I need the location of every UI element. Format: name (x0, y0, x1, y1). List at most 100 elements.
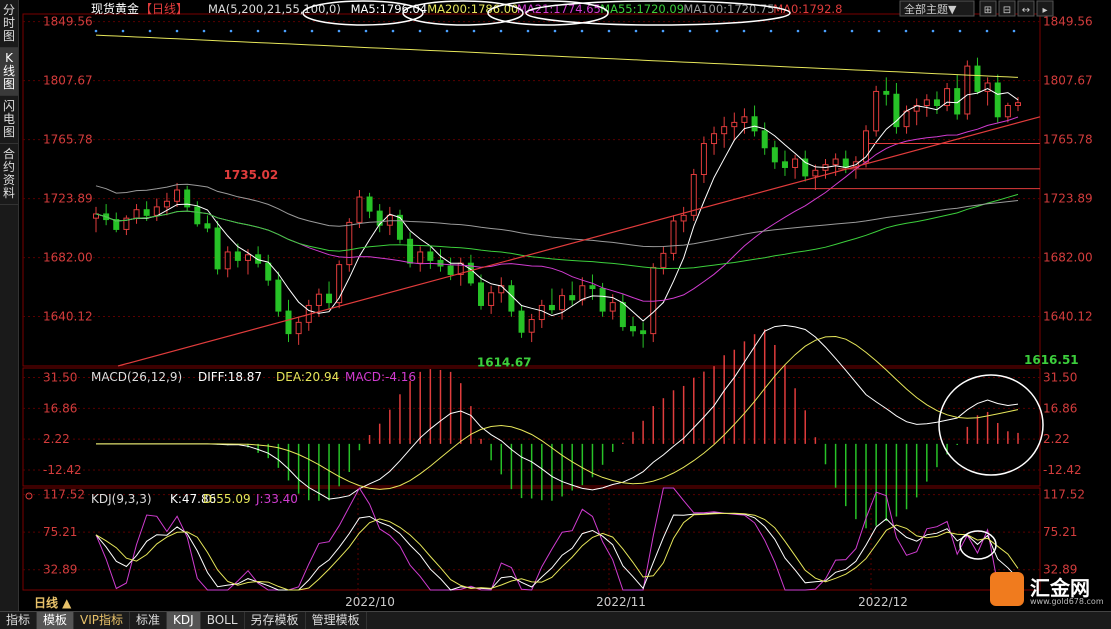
signal-dot (418, 29, 422, 33)
candle-body (599, 288, 606, 312)
signal-dot (283, 29, 287, 33)
bottom-tab-2[interactable]: VIP指标 (74, 612, 131, 629)
candle-body (923, 99, 930, 107)
candle-body (488, 292, 495, 306)
macd-diff-line (96, 324, 1019, 500)
candle-body (366, 196, 373, 212)
toolbar-icon: ▸ (1042, 5, 1047, 16)
left-tab-3[interactable]: 合约资料 (0, 144, 18, 205)
candle-body (214, 227, 221, 270)
price-tick-right: 1849.56 (1043, 15, 1093, 29)
logo-icon (990, 572, 1024, 606)
candle-body (244, 254, 251, 261)
signal-dot (553, 29, 557, 33)
macd-tick-right: -12.42 (1043, 463, 1082, 477)
chart-canvas[interactable]: 1849.56 1849.56 1807.67 1807.67 1765.78 1765.… (18, 0, 1111, 611)
candle-body (690, 174, 697, 216)
candle-body (174, 189, 181, 202)
candle-body (285, 310, 292, 335)
candle-body (528, 319, 535, 333)
theme-button-label: 全部主题▼ (904, 2, 957, 16)
macd-tick-left: -12.42 (43, 463, 82, 477)
ma21-line (95, 116, 1019, 302)
macd-tick-left: 16.86 (43, 401, 77, 415)
kdj-tick-left: 32.89 (43, 563, 77, 577)
candle-body (589, 285, 596, 290)
bottom-tab-6[interactable]: 另存模板 (245, 612, 306, 629)
candle-body (842, 158, 849, 168)
candle-body (407, 238, 414, 264)
signal-dot (445, 29, 449, 33)
signal-dot (634, 29, 638, 33)
candle-body (478, 282, 485, 306)
left-tab-1[interactable]: K线图 (0, 48, 18, 96)
price-tick-left: 1640.12 (43, 310, 93, 324)
candle-body (133, 209, 140, 219)
left-tab-0[interactable]: 分时图 (0, 0, 18, 48)
candle-body (315, 293, 322, 306)
candle-body (619, 302, 626, 328)
candle-body (559, 295, 566, 311)
bottom-tab-7[interactable]: 管理模板 (306, 612, 367, 629)
ma-legend-5: MA100:1720.75 (683, 2, 774, 16)
ma100-line (95, 183, 1019, 248)
candle-body (548, 304, 555, 311)
candle-body (640, 330, 647, 335)
grid (22, 13, 1041, 606)
candle-body (396, 214, 403, 240)
candle-body (386, 214, 393, 226)
kdj-tick-right: 117.52 (1043, 488, 1085, 502)
bottom-tab-5[interactable]: BOLL (201, 612, 245, 629)
signal-dot (310, 29, 314, 33)
price-tick-left: 1765.78 (43, 133, 93, 147)
macd-tick-right: 2.22 (1043, 432, 1070, 446)
bottom-tab-3[interactable]: 标准 (130, 612, 168, 629)
signal-dot (688, 29, 692, 33)
ma200-line (95, 34, 1019, 78)
candle-body (680, 214, 687, 222)
price-tick-right: 1682.00 (1043, 251, 1093, 265)
signal-dot (175, 29, 179, 33)
price-tick-right: 1807.67 (1043, 74, 1093, 88)
toolbar-icon: ⊟ (1003, 5, 1011, 16)
price-annotation: 1614.67 (477, 355, 532, 369)
candle-body (711, 133, 718, 145)
candle-body (771, 147, 778, 163)
candle-body (1004, 105, 1011, 118)
candle-body (964, 65, 971, 115)
macd-tick-left: 2.22 (43, 432, 70, 446)
candle-body (670, 220, 677, 254)
left-tab-2[interactable]: 闪电图 (0, 96, 18, 144)
bottom-tab-1[interactable]: 模板 (37, 612, 75, 629)
candle-body (629, 326, 636, 332)
signal-dot (391, 29, 395, 33)
bottom-toolbar: 指标 模板 VIP指标 标准 KDJ BOLL 另存模板 管理模板 (0, 611, 1111, 629)
macd-value: MACD:-4.16 (345, 370, 416, 384)
candle-body (660, 252, 667, 268)
candle-body (143, 209, 150, 216)
candle-body (194, 206, 201, 225)
signal-dot (148, 29, 152, 33)
candle-body (781, 161, 788, 168)
candle-body (326, 293, 333, 304)
trendline (117, 116, 1041, 367)
signal-dot (229, 29, 233, 33)
signal-dot (499, 29, 503, 33)
candle-body (295, 321, 302, 335)
bottom-tab-4[interactable]: KDJ (167, 612, 201, 629)
macd-tick-right: 31.50 (1043, 370, 1077, 384)
signal-dot (202, 29, 206, 33)
bottom-tab-0[interactable]: 指标 (0, 612, 38, 629)
candle-body (275, 279, 282, 312)
macd-tick-left: 31.50 (43, 370, 77, 384)
price-tick-left: 1682.00 (43, 251, 93, 265)
macd-diff: DIFF:18.87 (198, 370, 262, 384)
candle-body (792, 158, 799, 168)
candle-body (437, 259, 444, 267)
price-tick-left: 1807.67 (43, 74, 93, 88)
candle-body (356, 196, 363, 223)
candle-body (153, 206, 160, 216)
macd-title: MACD(26,12,9) (91, 370, 182, 384)
candle-body (731, 121, 738, 128)
candle-body (933, 99, 940, 107)
